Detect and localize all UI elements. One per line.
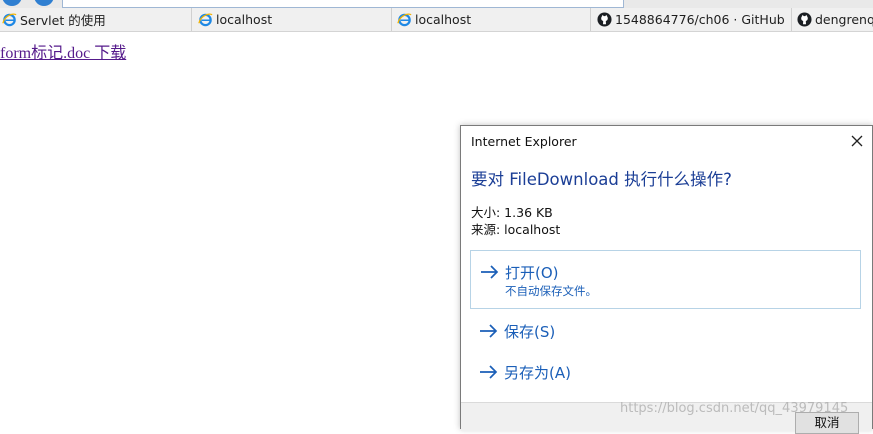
arrow-right-icon [481,265,499,279]
arrow-right-icon [480,324,498,338]
favorite-label: localhost [216,12,273,27]
github-icon [597,12,612,27]
open-option[interactable]: 打开(O) 不自动保存文件。 [470,250,861,309]
favorite-github-ch06[interactable]: 1548864776/ch06 · GitHub [595,8,792,31]
github-icon [797,12,812,27]
save-option-label: 保存(S) [504,323,556,341]
favorites-bar: Servlet 的使用 localhost localhost 15488647… [0,8,873,32]
address-bar-area [0,0,873,8]
forward-button[interactable] [34,0,54,6]
watermark: https://blog.csdn.net/qq_43979145 [620,401,849,416]
favorite-label: dengrenq [815,12,873,27]
favorite-label: localhost [415,12,472,27]
dialog-title: Internet Explorer [471,134,577,149]
open-option-description: 不自动保存文件。 [505,284,597,298]
favorite-label: Servlet 的使用 [20,13,106,28]
save-option[interactable]: 保存(S) [470,317,861,345]
favorite-localhost-2[interactable]: localhost [395,8,591,31]
close-icon[interactable] [846,130,868,152]
favorite-localhost-1[interactable]: localhost [196,8,392,31]
address-input[interactable] [62,0,624,8]
open-option-label: 打开(O) [505,264,559,282]
back-button[interactable] [2,0,22,6]
save-as-option-label: 另存为(A) [504,364,571,382]
download-dialog: Internet Explorer 要对 FileDownload 执行什么操作… [460,125,873,434]
ie-icon [198,13,213,27]
ie-icon [2,13,17,27]
ie-icon [397,13,412,27]
favorite-servlet[interactable]: Servlet 的使用 [0,8,192,31]
dialog-question: 要对 FileDownload 执行什么操作? [471,170,732,189]
file-source: 来源: localhost [471,222,561,237]
download-link[interactable]: form标记.doc 下载 [0,39,126,63]
favorite-label: 1548864776/ch06 · GitHub [615,12,785,27]
favorite-github-dengrenq[interactable]: dengrenq [795,8,873,31]
arrow-right-icon [480,365,498,379]
save-as-option[interactable]: 另存为(A) [470,358,861,386]
